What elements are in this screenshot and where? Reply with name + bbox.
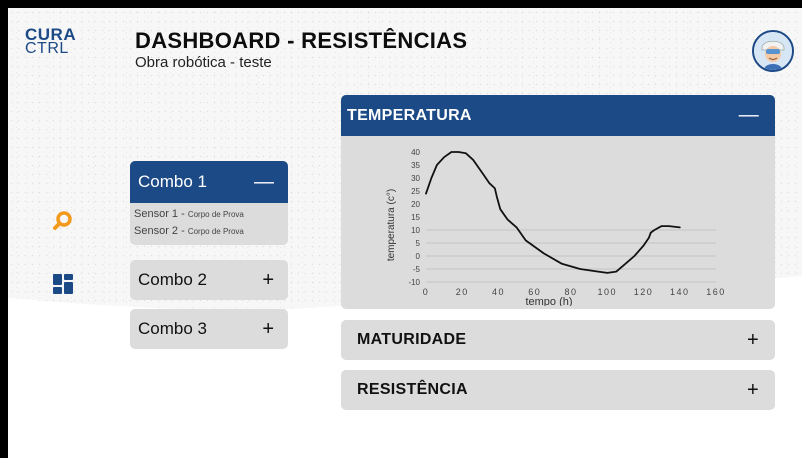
page-title: DASHBOARD - RESISTÊNCIAS xyxy=(135,28,468,53)
x-tick-label: 0 xyxy=(423,287,430,297)
y-tick-label: 35 xyxy=(411,161,420,170)
y-tick-label: 10 xyxy=(411,226,420,235)
combo-3[interactable]: Combo 3 + xyxy=(130,309,288,349)
expand-icon[interactable]: + xyxy=(262,269,274,292)
collapse-icon[interactable]: — xyxy=(254,171,274,194)
y-tick-label: 40 xyxy=(411,148,420,157)
x-tick-label: 40 xyxy=(492,287,505,297)
collapse-icon[interactable]: — xyxy=(739,104,759,127)
sensor-1-name: Sensor 1 - xyxy=(134,208,188,220)
panel-temperatura-header[interactable]: TEMPERATURA — xyxy=(341,95,775,136)
x-tick-label: 20 xyxy=(456,287,469,297)
logo-line2: CTRL xyxy=(25,40,69,57)
panel-maturidade-label: MATURIDADE xyxy=(357,331,467,348)
x-tick-label: 140 xyxy=(670,287,690,297)
sensor-item-1[interactable]: Sensor 1 - Corpo de Prova xyxy=(130,206,288,223)
x-tick-label: 160 xyxy=(706,287,726,297)
sensor-2-name: Sensor 2 - xyxy=(134,225,188,237)
temperature-chart: -10 -5 0 5 10 15 20 25 30 35 40 0 20 40 60 80 100 120 140 1… xyxy=(341,136,775,308)
combo-2-label: Combo 2 xyxy=(138,270,207,289)
y-tick-label: 30 xyxy=(411,174,420,183)
combo-2[interactable]: Combo 2 + xyxy=(130,260,288,300)
sensor-2-detail: Corpo de Prova xyxy=(187,227,244,236)
panel-temperatura-label: TEMPERATURA xyxy=(347,106,472,124)
expand-icon[interactable]: + xyxy=(747,329,759,352)
y-tick-label: 25 xyxy=(411,187,420,196)
x-tick-label: 120 xyxy=(634,287,654,297)
y-tick-label: 5 xyxy=(416,239,421,248)
sensor-item-2[interactable]: Sensor 2 - Corpo de Prova xyxy=(130,223,288,240)
app-frame: CURA CTRL DASHBOARD - RESISTÊNCIAS Obra … xyxy=(8,8,802,458)
x-tick-label: 100 xyxy=(597,287,617,297)
avatar-illustration xyxy=(754,32,792,70)
y-tick-label: -10 xyxy=(408,278,420,287)
y-tick-label: -5 xyxy=(413,265,421,274)
series-line-1 xyxy=(425,151,681,274)
panel-resistencia-label: RESISTÊNCIA xyxy=(357,381,468,398)
dashboard-icon[interactable] xyxy=(52,273,74,295)
panel-maturidade[interactable]: MATURIDADE + xyxy=(341,320,775,360)
combo-3-header[interactable]: Combo 3 + xyxy=(130,309,288,349)
sensor-1-detail: Corpo de Prova xyxy=(187,210,244,219)
panel-temperatura: TEMPERATURA — -10 -5 0 5 10 15 20 25 30 35 40 0 20 40… xyxy=(341,95,775,309)
expand-icon[interactable]: + xyxy=(747,379,759,402)
combo-1-header[interactable]: Combo 1 — xyxy=(130,161,288,203)
y-tick-label: 15 xyxy=(411,213,420,222)
combo-2-header[interactable]: Combo 2 + xyxy=(130,260,288,300)
y-tick-label: 0 xyxy=(416,252,421,261)
y-tick-label: 20 xyxy=(411,200,420,209)
combo-1: Combo 1 — Sensor 1 - Corpo de Prova Sens… xyxy=(130,161,288,245)
search-icon[interactable] xyxy=(52,210,74,232)
y-axis-label: temperatura (c°) xyxy=(386,189,397,261)
temperature-chart-svg: -10-505101520253035400 20 40 60 80 100 120 140 1… xyxy=(386,148,726,308)
logo[interactable]: CURA CTRL xyxy=(25,26,76,57)
panel-maturidade-header[interactable]: MATURIDADE + xyxy=(341,320,775,360)
expand-icon[interactable]: + xyxy=(262,318,274,341)
panel-resistencia-header[interactable]: RESISTÊNCIA + xyxy=(341,370,775,410)
avatar[interactable] xyxy=(752,30,794,72)
page-subtitle: Obra robótica - teste xyxy=(135,54,272,71)
x-axis-label: tempo (h) xyxy=(525,296,572,306)
panel-resistencia[interactable]: RESISTÊNCIA + xyxy=(341,370,775,410)
combo-1-label: Combo 1 xyxy=(138,172,207,191)
combo-3-label: Combo 3 xyxy=(138,319,207,338)
